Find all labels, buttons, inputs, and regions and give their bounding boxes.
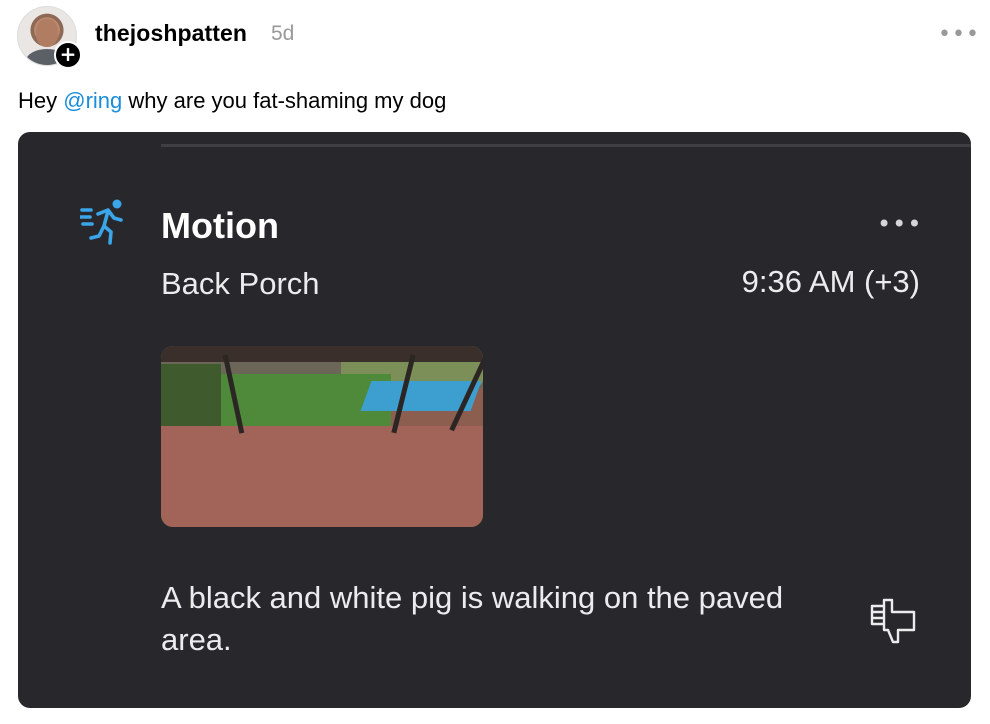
event-title: Motion xyxy=(161,205,279,246)
video-thumbnail[interactable] xyxy=(161,346,483,527)
post-caption: Hey @ring why are you fat-shaming my dog xyxy=(18,88,446,114)
event-location: Back Porch xyxy=(161,266,320,301)
ellipsis-icon[interactable]: ••• xyxy=(938,22,980,47)
plus-icon[interactable]: + xyxy=(54,41,82,69)
mention-link[interactable]: @ring xyxy=(63,88,122,113)
post-image[interactable]: Motion ••• Back Porch 9:36 AM (+3) A bla… xyxy=(18,132,971,708)
thumbs-down-icon[interactable] xyxy=(864,594,918,646)
caption-text: Hey xyxy=(18,88,64,113)
ellipsis-icon[interactable]: ••• xyxy=(877,210,922,238)
avatar[interactable]: + xyxy=(17,6,82,69)
username[interactable]: thejoshpatten xyxy=(95,20,247,47)
event-time: 9:36 AM (+3) xyxy=(741,264,920,299)
divider xyxy=(161,144,971,147)
caption-text-rest: why are you fat-shaming my dog xyxy=(122,88,447,113)
event-description: A black and white pig is walking on the … xyxy=(161,580,784,657)
post-time[interactable]: 5d xyxy=(271,22,294,46)
running-person-icon xyxy=(80,199,123,245)
